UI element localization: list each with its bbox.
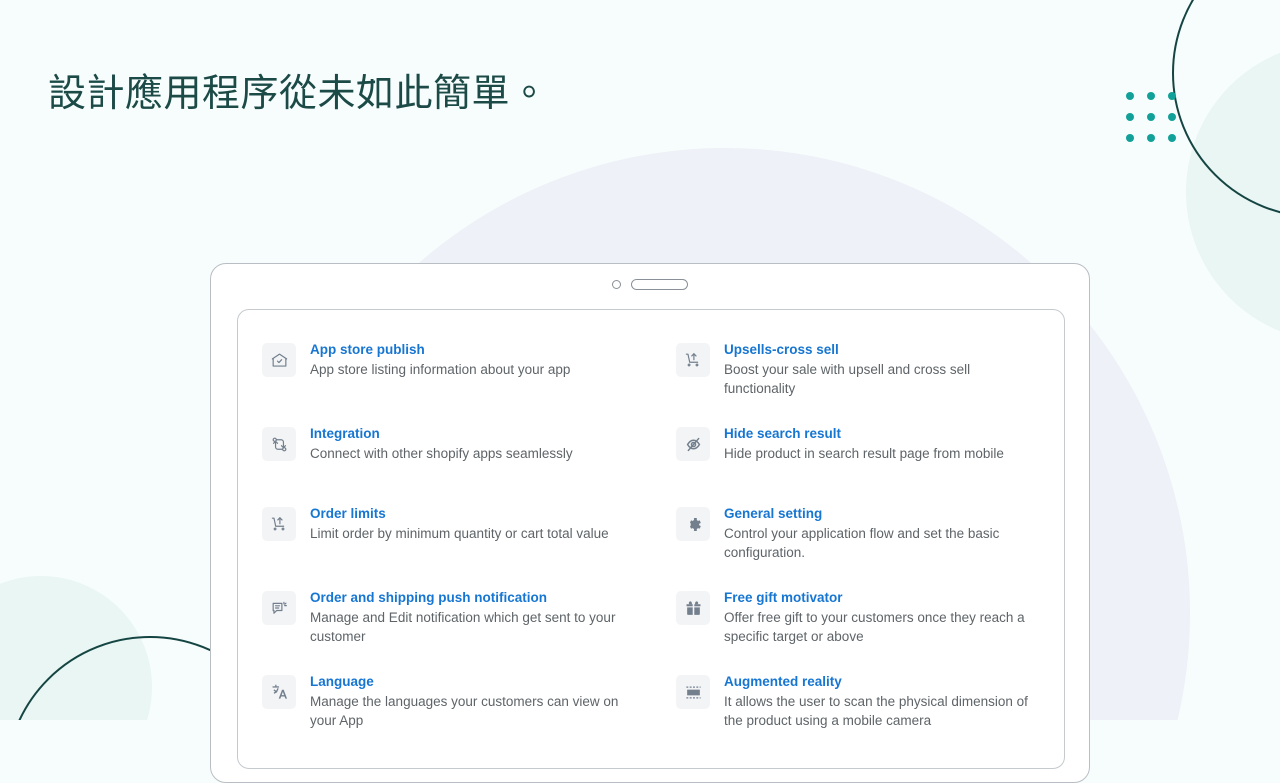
dot: [1147, 92, 1155, 100]
feature-item-free-gift-motivator[interactable]: Free gift motivator Offer free gift to y…: [674, 576, 1044, 660]
page-headline: 設計應用程序從未如此簡單。: [48, 69, 549, 119]
feature-description: Connect with other shopify apps seamless…: [310, 445, 624, 464]
feature-description: App store listing information about your…: [310, 361, 624, 380]
feature-title: Integration: [310, 426, 624, 443]
cart-upload-icon: [262, 507, 296, 541]
dot: [1168, 92, 1176, 100]
feature-item-order-shipping-push-notification[interactable]: Order and shipping push notification Man…: [260, 576, 630, 660]
feature-item-augmented-reality[interactable]: Augmented reality It allows the user to …: [674, 660, 1044, 744]
dot: [1126, 134, 1134, 142]
feature-title: Augmented reality: [724, 674, 1038, 691]
feature-item-order-limits[interactable]: Order limits Limit order by minimum quan…: [260, 492, 630, 576]
feature-description: Hide product in search result page from …: [724, 445, 1038, 464]
feature-description: Offer free gift to your customers once t…: [724, 609, 1038, 646]
feature-description: Manage the languages your customers can …: [310, 693, 624, 730]
feature-description: It allows the user to scan the physical …: [724, 693, 1038, 730]
tablet-top-bar: [211, 264, 1089, 304]
tablet-device-frame: App store publish App store listing info…: [210, 263, 1090, 783]
feature-description: Boost your sale with upsell and cross se…: [724, 361, 1038, 398]
gift-icon: [676, 591, 710, 625]
decorative-dot-grid: [1126, 92, 1176, 142]
ar-scan-icon: [676, 675, 710, 709]
tablet-screen-card: App store publish App store listing info…: [237, 309, 1065, 769]
feature-title: Upsells-cross sell: [724, 342, 1038, 359]
eye-off-icon: [676, 427, 710, 461]
feature-item-upsells-cross-sell[interactable]: Upsells-cross sell Boost your sale with …: [674, 328, 1044, 412]
feature-item-general-setting[interactable]: General setting Control your application…: [674, 492, 1044, 576]
feature-description: Control your application flow and set th…: [724, 525, 1038, 562]
feature-title: Order and shipping push notification: [310, 590, 624, 607]
dot: [1168, 134, 1176, 142]
feature-item-app-store-publish[interactable]: App store publish App store listing info…: [260, 328, 630, 412]
feature-title: Language: [310, 674, 624, 691]
feature-item-language[interactable]: Language Manage the languages your custo…: [260, 660, 630, 744]
feature-title: Order limits: [310, 506, 624, 523]
feature-grid: App store publish App store listing info…: [238, 310, 1064, 745]
feature-description: Limit order by minimum quantity or cart …: [310, 525, 624, 544]
feature-title: General setting: [724, 506, 1038, 523]
dot: [1147, 134, 1155, 142]
store-check-icon: [262, 343, 296, 377]
front-camera-icon: [612, 280, 621, 289]
dot: [1126, 92, 1134, 100]
dot: [1126, 113, 1134, 121]
cart-upload-icon: [676, 343, 710, 377]
feature-description: Manage and Edit notification which get s…: [310, 609, 624, 646]
sync-arrows-icon: [262, 427, 296, 461]
chat-notification-icon: [262, 591, 296, 625]
speaker-grille-icon: [631, 279, 688, 290]
feature-title: Hide search result: [724, 426, 1038, 443]
gear-icon: [676, 507, 710, 541]
dot: [1168, 113, 1176, 121]
feature-title: Free gift motivator: [724, 590, 1038, 607]
feature-item-hide-search-result[interactable]: Hide search result Hide product in searc…: [674, 412, 1044, 492]
feature-item-integration[interactable]: Integration Connect with other shopify a…: [260, 412, 630, 492]
feature-title: App store publish: [310, 342, 624, 359]
dot: [1147, 113, 1155, 121]
translate-icon: [262, 675, 296, 709]
